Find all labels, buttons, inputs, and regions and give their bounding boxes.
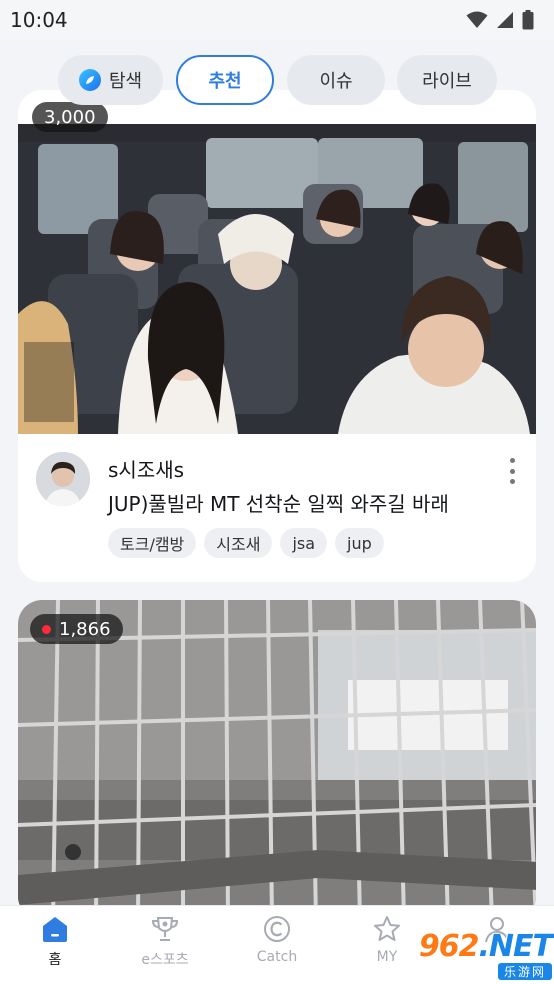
dot: [509, 458, 515, 463]
stream-title[interactable]: JUP)풀빌라 MT 선착순 일찍 와주길 바래: [108, 488, 449, 517]
tab-issue[interactable]: 이슈: [287, 55, 385, 105]
tag-chip[interactable]: jup: [335, 528, 384, 558]
signal-icon: [497, 12, 513, 28]
dot: [509, 479, 515, 484]
battery-icon: [522, 10, 534, 30]
profile-icon: [485, 917, 509, 943]
viewer-count: 1,866: [59, 618, 111, 640]
nav-label: 홈: [48, 952, 62, 968]
tab-recommend[interactable]: 추천: [176, 55, 274, 105]
nav-profile[interactable]: [452, 914, 542, 980]
streamer-avatar[interactable]: [36, 452, 90, 506]
nav-label: MY: [376, 949, 398, 965]
viewer-count-badge: 3,000: [32, 102, 108, 132]
tab-live[interactable]: 라이브: [397, 55, 497, 105]
tab-label: 라이브: [422, 71, 472, 92]
nav-home[interactable]: 홈: [10, 914, 100, 980]
status-time: 10:04: [10, 8, 68, 32]
avatar-image: [36, 452, 90, 506]
tag-chip[interactable]: 시조새: [204, 528, 273, 558]
category-tabs: 탐색 추천 이슈 라이브: [0, 55, 554, 105]
catch-icon: [264, 916, 290, 942]
nav-esports[interactable]: e스포츠: [120, 914, 210, 980]
stream-card[interactable]: 1,866: [18, 600, 536, 920]
thumbnail-image: [18, 124, 536, 434]
viewer-count-badge: 1,866: [30, 614, 123, 644]
streamer-name[interactable]: s시조새s: [108, 454, 184, 483]
trophy-icon: [151, 917, 179, 941]
live-indicator-dot: [42, 624, 51, 634]
viewer-count: 3,000: [44, 106, 96, 128]
tag-chip[interactable]: jsa: [280, 528, 328, 558]
dot: [509, 468, 515, 474]
tab-label: 이슈: [319, 71, 353, 92]
nav-label: e스포츠: [141, 952, 189, 968]
nav-my[interactable]: MY: [342, 914, 432, 980]
tag-chip[interactable]: 토크/캠방: [108, 528, 197, 558]
tab-label: 탐색: [108, 71, 143, 92]
compass-icon: [78, 69, 101, 91]
status-bar: 10:04: [0, 0, 554, 40]
wifi-icon: [466, 11, 488, 28]
status-icons: [466, 10, 534, 30]
bottom-navigation: 홈 e스포츠 Catch MY: [0, 905, 554, 984]
nav-label: Catch: [256, 949, 298, 965]
stream-card[interactable]: 3,000 s시조새s JUP)풀빌라 MT 선착순 일찍 와주길 바래 토크/…: [18, 90, 536, 582]
home-icon: [43, 917, 67, 942]
tab-label: 추천: [208, 71, 242, 92]
more-options-button[interactable]: [506, 458, 518, 484]
thumbnail-image: [18, 600, 536, 920]
tab-explore[interactable]: 탐색: [58, 55, 163, 105]
nav-catch[interactable]: Catch: [232, 914, 322, 980]
tag-list: 토크/캠방 시조새 jsa jup: [108, 528, 384, 558]
stream-thumbnail[interactable]: [18, 124, 536, 434]
star-icon: [374, 916, 400, 941]
stream-thumbnail[interactable]: [18, 600, 536, 920]
